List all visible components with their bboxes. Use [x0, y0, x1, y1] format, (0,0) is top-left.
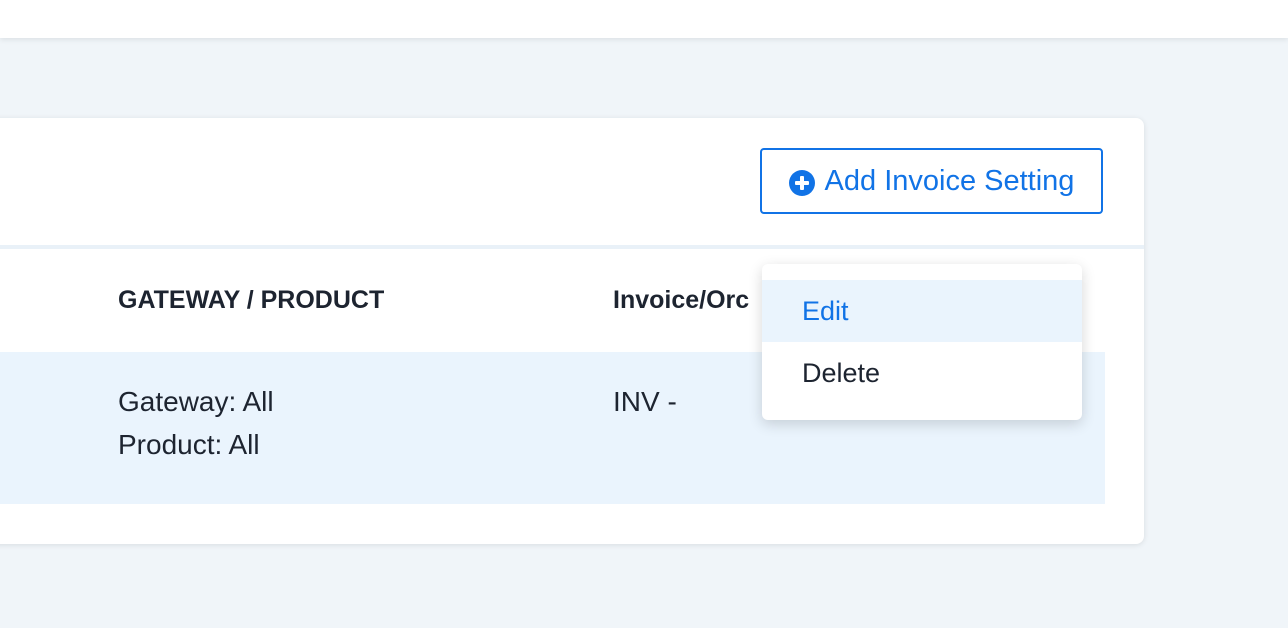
add-invoice-setting-label: Add Invoice Setting [824, 164, 1075, 197]
product-value: Product: All [118, 429, 260, 460]
plus-circle-icon [788, 169, 815, 196]
card-divider [0, 245, 1144, 249]
delete-menu-item[interactable]: Delete [762, 342, 1082, 404]
add-invoice-setting-button[interactable]: Add Invoice Setting [760, 148, 1103, 214]
column-header-invoice-order[interactable]: Invoice/Orc [613, 286, 749, 315]
column-header-gateway-product[interactable]: GATEWAY / PRODUCT [118, 286, 384, 315]
row-actions-menu: Edit Delete [762, 264, 1082, 420]
edit-menu-item[interactable]: Edit [762, 280, 1082, 342]
gateway-value: Gateway: All [118, 386, 274, 417]
invoice-prefix-value: INV - [613, 386, 677, 417]
top-header-bar [0, 0, 1288, 38]
